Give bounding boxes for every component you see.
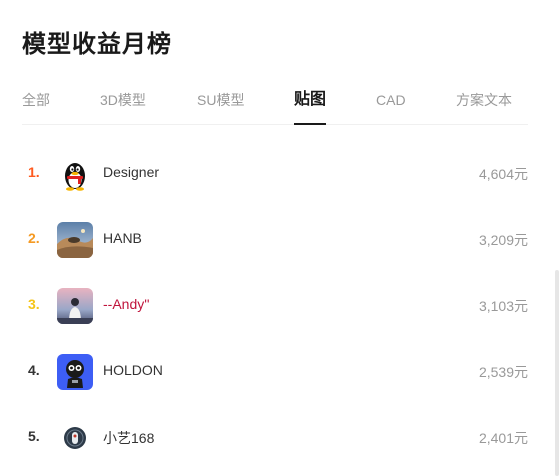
tab-3d-model[interactable]: 3D模型	[100, 86, 146, 124]
tab-label: 3D模型	[100, 92, 146, 108]
person-photo-avatar[interactable]	[57, 288, 93, 324]
rank-number: 2.	[28, 230, 40, 246]
ranking-row-1[interactable]: 1. Designer 4,604元	[22, 152, 528, 196]
landscape-photo-avatar[interactable]	[57, 222, 93, 258]
user-name[interactable]: HANB	[103, 230, 142, 246]
tab-label: 全部	[22, 92, 50, 108]
ranking-row-3[interactable]: 3. --Andy'' 3,103元	[22, 284, 528, 328]
tab-proposal-text[interactable]: 方案文本	[456, 86, 512, 124]
earnings-amount: 3,209元	[478, 232, 528, 248]
rank-number: 5.	[28, 428, 40, 444]
tab-su-model[interactable]: SU模型	[197, 86, 244, 124]
category-tabs: 全部 3D模型 SU模型 贴图 CAD 方案文本	[22, 86, 528, 125]
user-name[interactable]: 小艺168	[103, 428, 154, 448]
earnings-amount: 3,103元	[478, 298, 528, 314]
tab-label: 方案文本	[456, 92, 512, 108]
qq-penguin-icon[interactable]	[57, 156, 93, 192]
ranking-row-2[interactable]: 2. HANB 3,209元	[22, 218, 528, 262]
earnings-amount: 2,539元	[478, 364, 528, 380]
rank-number: 4.	[28, 362, 40, 378]
rank-number: 1.	[28, 164, 40, 180]
earnings-amount: 4,604元	[478, 166, 528, 182]
earnings-amount: 2,401元	[478, 430, 528, 446]
user-name[interactable]: HOLDON	[103, 362, 163, 378]
page-title: 模型收益月榜	[22, 31, 172, 58]
ranking-row-4[interactable]: 4. HOLDON 2,539元	[22, 350, 528, 394]
ranking-row-5[interactable]: 5. 小艺168 2,401元	[22, 416, 528, 460]
tab-label: SU模型	[197, 92, 245, 108]
tab-label: 贴图	[294, 91, 327, 108]
rank-number: 3.	[28, 296, 40, 312]
tab-texture[interactable]: 贴图	[294, 86, 327, 125]
round-logo-avatar[interactable]	[57, 420, 93, 456]
tab-all[interactable]: 全部	[22, 86, 50, 124]
robot-avatar[interactable]	[57, 354, 93, 390]
tab-label: CAD	[376, 92, 406, 108]
tab-cad[interactable]: CAD	[376, 86, 406, 124]
user-name[interactable]: Designer	[103, 164, 159, 180]
user-name[interactable]: --Andy''	[103, 296, 150, 312]
scrollbar[interactable]	[555, 270, 559, 476]
